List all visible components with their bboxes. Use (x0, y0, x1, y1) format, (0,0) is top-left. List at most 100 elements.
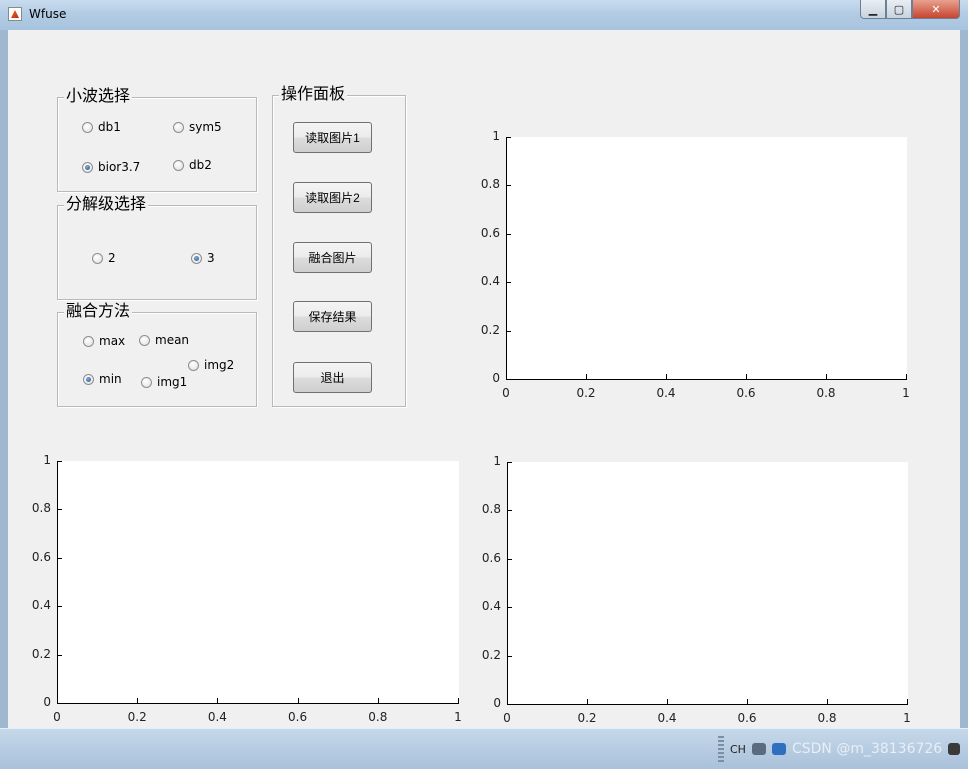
radio-label: img1 (157, 375, 188, 389)
axes-bottom-right[interactable] (507, 462, 908, 705)
system-tray: CH CSDN @m_38136726 (718, 735, 961, 763)
y-tick-mark (57, 557, 62, 559)
x-tick-mark (458, 698, 459, 703)
x-tick-label: 0.4 (207, 710, 227, 724)
minimize-icon: ▁ (868, 2, 878, 16)
radio-label: sym5 (189, 120, 222, 134)
x-tick-mark (907, 699, 908, 704)
radio-label: img2 (204, 358, 235, 372)
load-image1-button[interactable]: 读取图片1 (293, 122, 372, 153)
y-tick-mark (506, 233, 511, 235)
axes-top-right[interactable] (506, 137, 907, 380)
x-tick-label: 0.6 (736, 386, 756, 400)
y-tick-label: 0.4 (31, 598, 51, 613)
y-tick-mark (57, 654, 62, 656)
y-tick-label: 0.6 (480, 225, 500, 240)
y-tick-mark (507, 558, 512, 560)
y-tick-mark (506, 379, 511, 380)
x-tick-label: 1 (903, 711, 911, 725)
radio-level-2[interactable]: 2 (92, 251, 116, 265)
y-tick-mark (506, 330, 511, 332)
x-tick-mark (377, 698, 379, 703)
keyboard-icon[interactable] (751, 743, 766, 755)
radio-indicator (83, 335, 94, 347)
y-tick-label: 0.2 (481, 647, 501, 662)
y-tick-mark (507, 462, 512, 463)
radio-max[interactable]: max (83, 334, 125, 348)
radio-label: min (99, 372, 122, 386)
radio-label: db2 (189, 158, 212, 172)
x-tick-mark (586, 374, 587, 379)
x-tick-label: 0.6 (737, 711, 757, 725)
radio-db2[interactable]: db2 (173, 158, 212, 172)
x-tick-label: 0.2 (576, 386, 596, 400)
wavelet-panel-title: 小波选择 (64, 86, 133, 106)
y-tick-mark (506, 282, 511, 284)
y-tick-mark (507, 510, 512, 512)
operation-panel-title: 操作面板 (279, 84, 348, 104)
radio-sym5[interactable]: sym5 (173, 120, 222, 134)
maximize-icon: ▢ (893, 2, 905, 16)
radio-min[interactable]: min (83, 372, 122, 386)
load-image2-button[interactable]: 读取图片2 (293, 182, 372, 213)
save-result-button[interactable]: 保存结果 (293, 301, 372, 332)
network-icon[interactable] (771, 743, 786, 755)
level-panel: 分解级选择 2 3 (57, 194, 257, 300)
radio-mean[interactable]: mean (139, 333, 189, 347)
y-tick-label: 1 (493, 454, 501, 468)
x-tick-label: 0.2 (577, 711, 597, 725)
radio-img1[interactable]: img1 (141, 375, 187, 389)
y-tick-label: 0 (493, 696, 501, 710)
y-tick-label: 0.2 (31, 646, 51, 661)
minimize-button[interactable]: ▁ (860, 0, 886, 19)
y-tick-mark (57, 509, 62, 511)
x-tick-mark (746, 374, 747, 379)
fuse-images-button[interactable]: 融合图片 (293, 242, 372, 273)
y-tick-mark (57, 461, 62, 462)
y-tick-label: 0.8 (480, 177, 500, 192)
y-tick-label: 0 (492, 371, 500, 385)
y-tick-label: 1 (492, 129, 500, 143)
operation-panel: 操作面板 读取图片1 读取图片2 融合图片 保存结果 退出 (272, 84, 406, 407)
y-tick-label: 1 (43, 453, 51, 467)
radio-db1[interactable]: db1 (82, 120, 121, 134)
ime-indicator[interactable]: CH (730, 743, 746, 756)
title-bar: Wfuse ▁ ▢ ✕ (0, 0, 968, 30)
tray-grip[interactable] (718, 736, 724, 762)
close-button[interactable]: ✕ (912, 0, 960, 19)
exit-button[interactable]: 退出 (293, 362, 372, 393)
volume-icon[interactable] (948, 743, 961, 755)
radio-bior37[interactable]: bior3.7 (82, 160, 140, 174)
y-tick-mark (507, 704, 512, 705)
x-tick-mark (667, 699, 668, 704)
x-tick-mark (826, 374, 827, 379)
radio-label: max (99, 334, 126, 348)
x-tick-mark (906, 374, 907, 379)
radio-indicator (141, 376, 152, 388)
y-tick-label: 0 (43, 695, 51, 709)
axes-bottom-left[interactable] (57, 461, 459, 704)
radio-indicator (173, 159, 184, 171)
x-tick-mark (666, 374, 667, 379)
maximize-button[interactable]: ▢ (886, 0, 912, 19)
radio-label: bior3.7 (98, 160, 141, 174)
radio-indicator (139, 334, 150, 346)
radio-indicator (92, 252, 103, 264)
watermark-text: CSDN @m_38136726 (791, 741, 943, 757)
x-tick-label: 0.8 (816, 386, 836, 400)
x-tick-mark (506, 374, 507, 379)
window-controls: ▁ ▢ ✕ (860, 0, 960, 20)
x-tick-mark (827, 699, 828, 704)
y-tick-label: 0.6 (31, 549, 51, 564)
radio-label: 3 (207, 251, 215, 265)
x-tick-label: 0.2 (127, 710, 147, 724)
radio-img2[interactable]: img2 (188, 358, 234, 372)
y-tick-mark (507, 655, 512, 657)
x-tick-label: 0 (503, 711, 511, 725)
fusion-panel: 融合方法 max mean img2 min img1 (57, 301, 257, 407)
x-tick-mark (587, 699, 588, 704)
radio-label: 2 (108, 251, 116, 265)
radio-level-3[interactable]: 3 (191, 251, 215, 265)
window-title: Wfuse (29, 7, 67, 21)
y-tick-label: 0.2 (480, 322, 500, 337)
